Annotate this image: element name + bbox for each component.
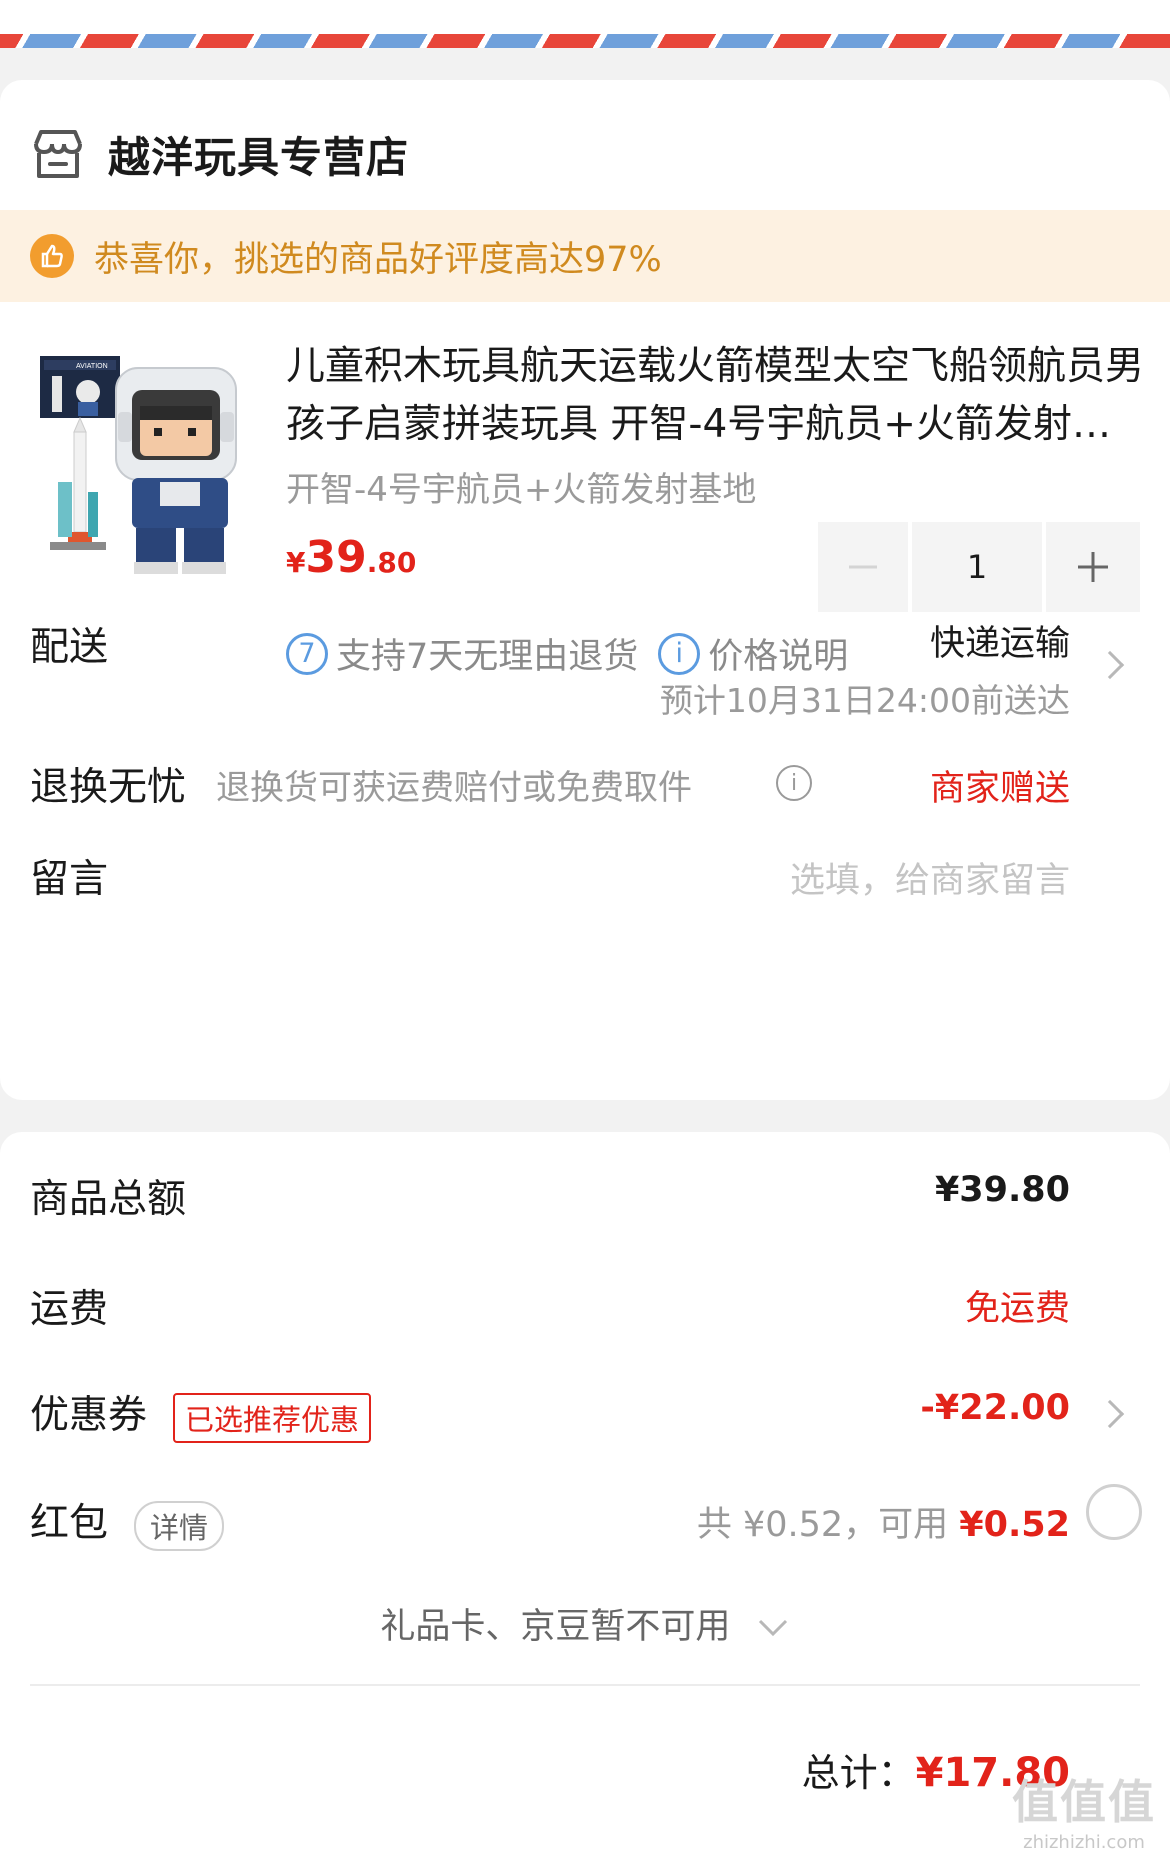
redpack-detail-button[interactable]: 详情: [134, 1500, 225, 1551]
product-title[interactable]: 儿童积木玩具航天运载火箭模型太空飞船领航员男孩子启蒙拼装玩具 开智-4号宇航员+…: [286, 338, 1146, 454]
store-header[interactable]: 越洋玩具专营店: [30, 114, 409, 194]
coupon-value[interactable]: -¥22.00: [920, 1388, 1070, 1428]
coupon-label: 优惠券: [30, 1393, 148, 1438]
chevron-right-icon[interactable]: [1095, 1399, 1125, 1429]
plus-icon: [1078, 552, 1108, 582]
watermark-logo: 值值值: [1012, 1775, 1156, 1829]
price-integer: 39: [305, 532, 367, 583]
increase-button[interactable]: [1046, 522, 1140, 612]
info-icon[interactable]: i: [776, 765, 812, 801]
redpack-amounts: 共 ¥0.52，可用 ¥0.52: [697, 1496, 1070, 1547]
return-policy-text[interactable]: 支持7天无理由退货: [336, 628, 638, 679]
delivery-method[interactable]: 快递运输: [930, 615, 1070, 666]
top-background: [0, 0, 1170, 34]
price-currency: ¥: [286, 546, 306, 579]
shipping-label: 运费: [30, 1287, 109, 1332]
product-spec[interactable]: 开智-4号宇航员+火箭发射基地: [286, 462, 756, 511]
quantity-stepper: 1: [818, 522, 1140, 612]
service-promise: 7 支持7天无理由退货 i 价格说明: [286, 628, 848, 679]
chevron-down-icon: [758, 1619, 787, 1637]
redpack-row: 红包 详情: [30, 1492, 225, 1551]
seven-day-return-icon: 7: [286, 632, 328, 675]
watermark-url: zhizhizhi.com: [1023, 1832, 1145, 1853]
redpack-radio[interactable]: [1086, 1484, 1142, 1540]
price-note-link[interactable]: 价格说明: [708, 628, 848, 679]
quantity-value[interactable]: 1: [912, 522, 1042, 612]
redpack-label: 红包: [30, 1501, 109, 1546]
thumbs-up-icon: [30, 234, 74, 278]
giftcard-text: 礼品卡、京豆暂不可用: [380, 1607, 731, 1647]
price-summary-card: 商品总额 ¥39.80 运费 免运费 优惠券 已选推荐优惠 -¥22.00 红包详…: [0, 1132, 1170, 1861]
giftcard-toggle[interactable]: 礼品卡、京豆暂不可用: [0, 1598, 1170, 1649]
decrease-button[interactable]: [818, 522, 908, 612]
praise-banner: 恭喜你，挑选的商品好评度高达97%: [0, 210, 1170, 302]
box-label: AVIATION: [76, 363, 108, 370]
total-label: 总计：: [801, 1751, 916, 1795]
redpack-total: 共 ¥0.52，: [696, 1505, 879, 1545]
coupon-tag: 已选推荐优惠: [173, 1392, 372, 1443]
site-watermark: 值值值 zhizhizhi.com: [1012, 1766, 1156, 1853]
coupon-row[interactable]: 优惠券 已选推荐优惠: [30, 1384, 372, 1443]
chevron-right-icon[interactable]: [1095, 650, 1125, 680]
returns-value: 商家赠送: [929, 769, 1070, 809]
returns-desc: 退换货可获运费赔付或免费取件: [216, 768, 692, 808]
goods-total-value: ¥39.80: [934, 1170, 1070, 1210]
delivery-eta: 预计10月31日24:00前送达: [659, 681, 1070, 720]
order-card: 越洋玩具专营店 恭喜你，挑选的商品好评度高达97% AVIATION 儿童积木玩…: [0, 80, 1170, 1100]
redpack-available-value: ¥0.52: [959, 1505, 1070, 1545]
message-input[interactable]: 选填，给商家留言: [790, 852, 1070, 903]
price-decimal: .80: [366, 546, 417, 579]
product-price: ¥39.80: [286, 532, 416, 583]
info-icon: i: [658, 632, 701, 675]
store-icon: [34, 130, 82, 178]
store-name[interactable]: 越洋玩具专营店: [108, 124, 409, 185]
shipping-value: 免运费: [964, 1289, 1070, 1329]
delivery-label: 配送: [30, 625, 109, 670]
product-image[interactable]: AVIATION: [28, 342, 258, 582]
minus-icon: [849, 565, 877, 569]
redpack-available-label: 可用: [878, 1505, 960, 1545]
praise-text: 恭喜你，挑选的商品好评度高达97%: [94, 239, 662, 280]
message-label: 留言: [30, 857, 109, 902]
returns-label: 退换无忧: [30, 765, 187, 810]
goods-total-label: 商品总额: [30, 1177, 187, 1222]
divider: [30, 1684, 1140, 1686]
airmail-stripe: [0, 34, 1170, 48]
